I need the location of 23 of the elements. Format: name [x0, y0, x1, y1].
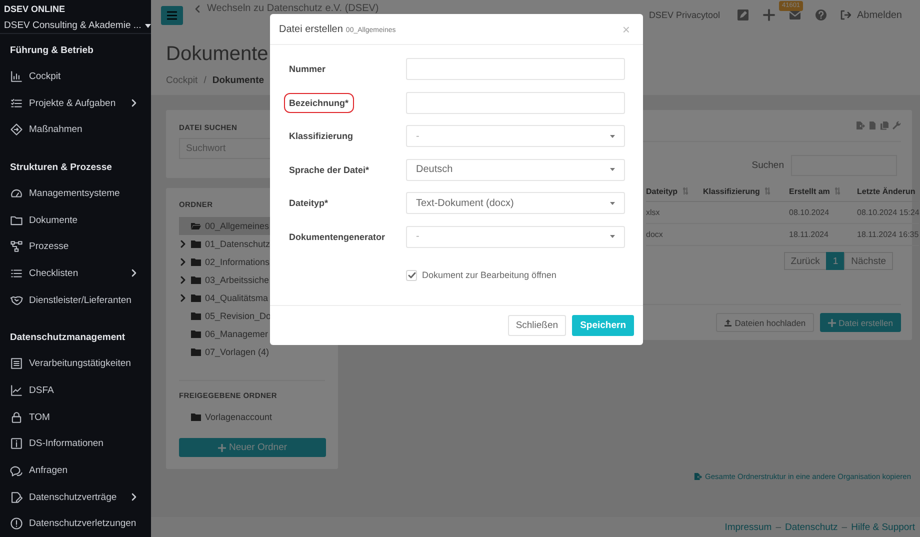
- breadcrumb-item: Dokumente: [212, 75, 264, 86]
- search-label: Suchen: [752, 160, 784, 171]
- table-cell: docx: [646, 230, 663, 239]
- section-heading: Strukturen & Prozesse: [9, 161, 113, 176]
- table-cell: 08.10.2024 15:24: [857, 208, 920, 217]
- section-heading: Datenschutzmanagement: [9, 331, 126, 346]
- org-label: DSEV ONLINE: [4, 4, 66, 15]
- app-name: DSEV Privacytool: [648, 10, 720, 20]
- section-heading: Führung & Betrieb: [9, 44, 94, 58]
- field-label: Nummer: [288, 63, 327, 76]
- breadcrumb-separator: /: [204, 75, 206, 86]
- field-label: Sprache der Datei*: [288, 164, 370, 177]
- table-cell: xlsx: [646, 208, 660, 217]
- dialog-title: Datei erstellen: [279, 24, 343, 34]
- table-cell: 18.11.2024: [789, 230, 828, 239]
- footer-separator: –: [776, 522, 781, 532]
- field-label: Bezeichnung*: [284, 92, 354, 113]
- table-cell: 08.10.2024: [789, 208, 830, 217]
- footer-separator: –: [842, 522, 848, 532]
- checkbox-label: Dokument zur Bearbeitung öffnen: [422, 270, 556, 280]
- page-title: Dokumente: [166, 42, 268, 67]
- field-label: Dateityp*: [288, 197, 330, 210]
- table-cell: 18.11.2024 16:35: [857, 230, 919, 239]
